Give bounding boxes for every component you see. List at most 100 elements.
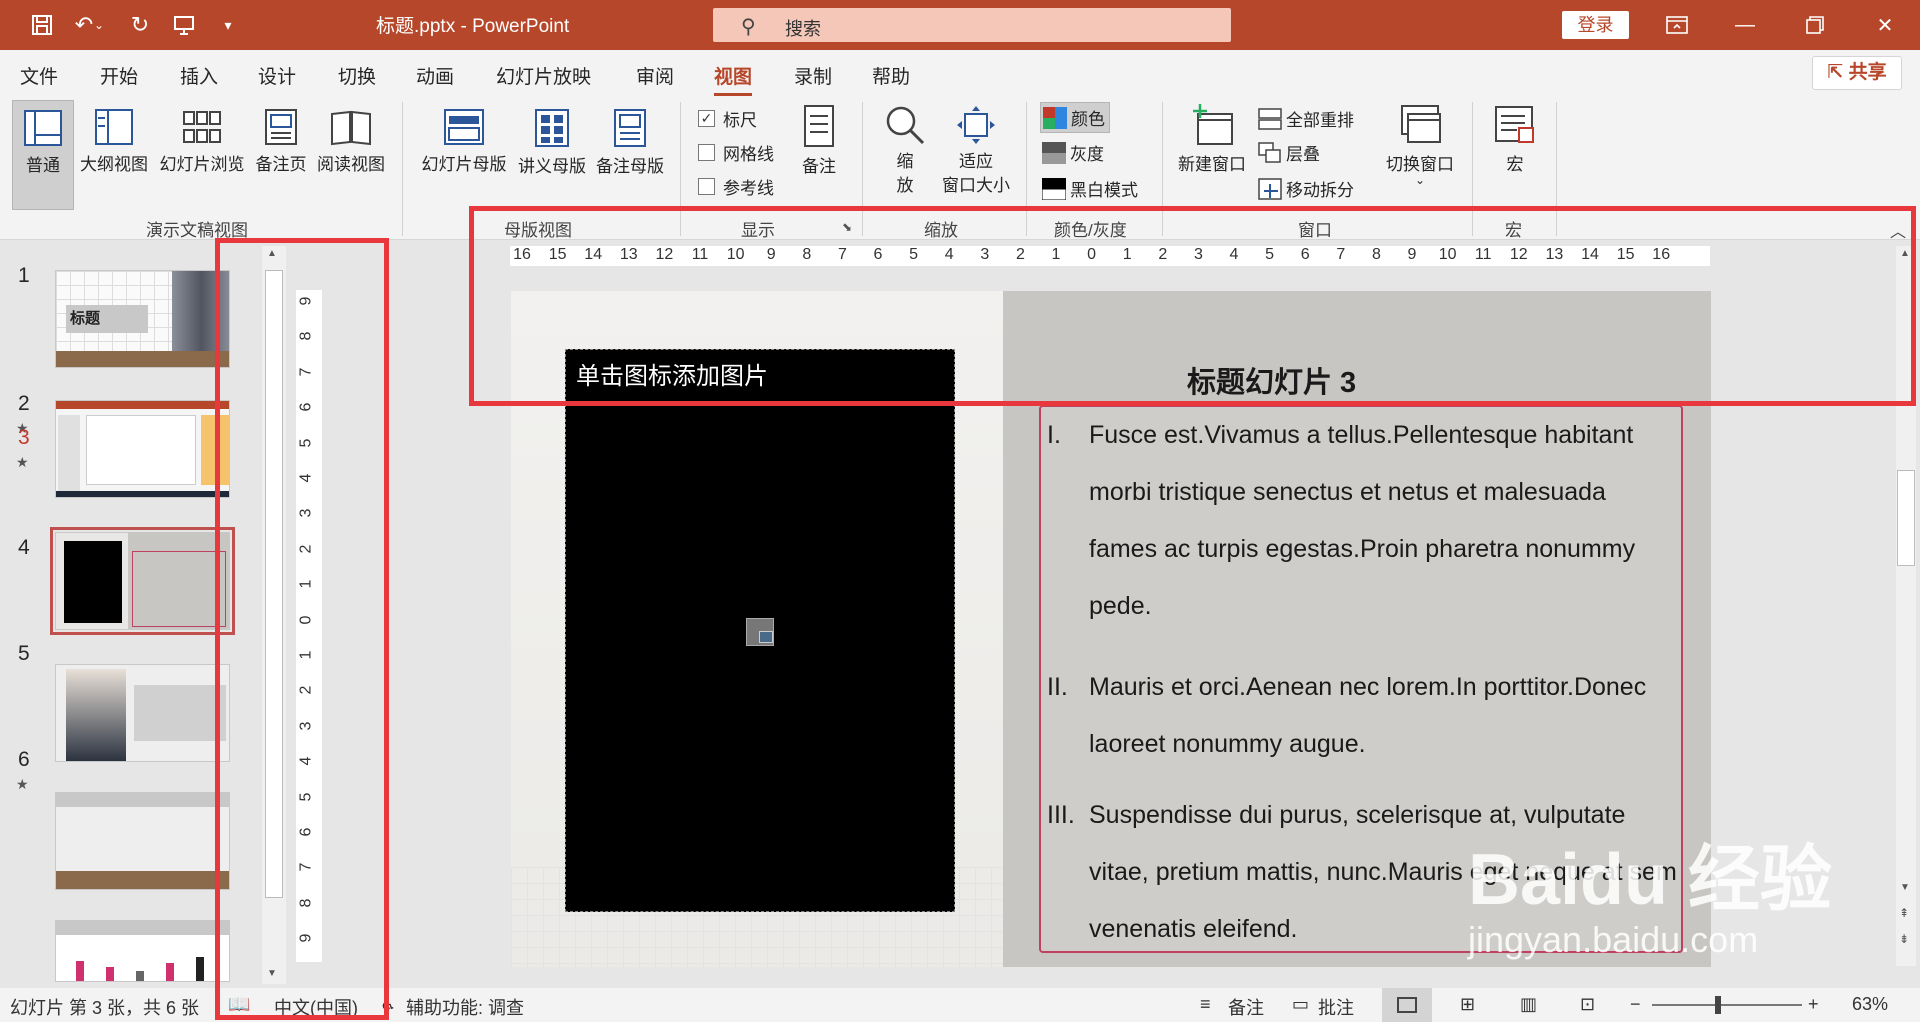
scrollbar-thumb[interactable] (1897, 470, 1915, 566)
accessibility-status[interactable]: 辅助功能: 调查 (406, 994, 524, 1020)
macros-button[interactable]: 宏 (1488, 104, 1542, 175)
tab-file[interactable]: 文件 (20, 62, 58, 89)
slide-master-icon (444, 109, 484, 145)
picture-placeholder[interactable]: 单击图标添加图片 (565, 349, 955, 912)
slide-thumbnail-1[interactable]: 标题 (55, 270, 230, 368)
slide-sorter-status-icon[interactable]: ⊞ (1460, 994, 1475, 1015)
checkmark-icon: ✓ (698, 110, 715, 127)
reading-view-button[interactable]: 阅读视图 (312, 108, 390, 175)
close-icon[interactable]: ✕ (1860, 8, 1910, 42)
zoom-in-icon[interactable]: + (1808, 994, 1819, 1015)
slide-thumbnail-6[interactable] (55, 920, 230, 982)
cascade-button[interactable]: 层叠 (1258, 140, 1320, 165)
slide-count: 幻灯片 第 3 张，共 6 张 (10, 998, 200, 1018)
zoom-percentage[interactable]: 63% (1852, 994, 1888, 1015)
share-button[interactable]: ⇱ 共享 (1812, 56, 1902, 90)
mini-sidebar (58, 415, 80, 491)
slide-number: 1 (18, 264, 30, 287)
tab-home[interactable]: 开始 (100, 62, 138, 89)
tab-help[interactable]: 帮助 (872, 62, 910, 89)
undo-dropdown-icon[interactable]: ⌄ (92, 9, 106, 41)
color-icon (1043, 106, 1067, 129)
customize-quick-access-icon[interactable]: ▾ (212, 9, 244, 41)
slideshow-status-icon[interactable]: ⊡ (1580, 994, 1595, 1015)
comments-toggle[interactable]: 批注 (1318, 994, 1354, 1020)
save-icon[interactable] (26, 9, 58, 41)
minimize-icon[interactable]: — (1720, 8, 1770, 42)
search-input[interactable]: ⚲ 搜索 (713, 8, 1231, 42)
fit-to-window-icon (957, 106, 995, 144)
outline-view-button[interactable]: 大纲视图 (76, 108, 152, 175)
guides-label: 参考线 (723, 179, 774, 198)
checkbox-box (698, 144, 715, 161)
notes-button[interactable]: 备注 (796, 104, 842, 177)
switch-windows-button[interactable]: 切换窗口 ⌄ (1380, 104, 1460, 186)
arrange-all-button[interactable]: 全部重排 (1258, 106, 1354, 131)
move-split-button[interactable]: 移动拆分 (1258, 176, 1354, 201)
new-window-button[interactable]: 新建窗口 (1174, 104, 1250, 175)
mini-person-photo (66, 669, 126, 761)
outline-view-label: 大纲视图 (80, 155, 148, 174)
notes-master-button[interactable]: 备注母版 (592, 108, 668, 177)
grayscale-button[interactable]: 灰度 (1042, 140, 1104, 165)
tab-insert[interactable]: 插入 (180, 62, 218, 89)
document-title: 标题.pptx - PowerPoint (376, 16, 570, 37)
slide-master-button[interactable]: 幻灯片母版 (416, 108, 512, 175)
zoom-label-1: 缩 (896, 152, 914, 171)
gridlines-checkbox[interactable]: 网格线 (698, 140, 774, 165)
switch-windows-label: 切换窗口 (1386, 155, 1454, 174)
login-button[interactable]: 登录 (1562, 11, 1629, 39)
notes-toggle[interactable]: 备注 (1228, 994, 1264, 1020)
next-slide-icon[interactable]: ⇟ (1899, 932, 1909, 946)
restore-icon[interactable] (1790, 8, 1840, 42)
tab-design[interactable]: 设计 (258, 62, 296, 89)
search-placeholder: 搜索 (785, 19, 821, 39)
tab-view[interactable]: 视图 (714, 62, 753, 96)
fit-to-window-button[interactable]: 适应 窗口大小 (936, 104, 1016, 198)
zoom-slider[interactable] (1652, 1004, 1802, 1006)
slide-sorter-button[interactable]: 幻灯片浏览 (156, 108, 248, 175)
ribbon-display-options-icon[interactable] (1652, 8, 1702, 42)
present-icon[interactable] (168, 9, 200, 41)
switch-windows-icon (1401, 105, 1441, 143)
mini-ribbon (56, 401, 229, 409)
color-button[interactable]: 颜色 (1040, 102, 1110, 133)
handout-master-button[interactable]: 讲义母版 (514, 108, 590, 177)
scroll-down-icon[interactable]: ▼ (1900, 882, 1910, 893)
normal-view-button[interactable]: 普通 (12, 100, 74, 210)
zoom-out-icon[interactable]: − (1630, 994, 1641, 1015)
previous-slide-icon[interactable]: ⇞ (1899, 906, 1909, 920)
zoom-icon (886, 106, 925, 145)
insert-picture-icon[interactable] (746, 618, 774, 646)
slide-thumbnail-4[interactable] (55, 664, 230, 762)
slide-thumbnail-panel: 1 标题 2 ★ 3 ★ 4 5 6 ★ (0, 240, 240, 982)
slide-thumbnail-5[interactable] (55, 792, 230, 890)
handout-master-icon (535, 109, 569, 147)
black-white-button[interactable]: 黑白模式 (1042, 176, 1138, 201)
zoom-slider-thumb[interactable] (1715, 996, 1721, 1014)
ruler-checkbox[interactable]: ✓ 标尺 (698, 106, 757, 131)
normal-view-status-button[interactable] (1382, 988, 1432, 1022)
tab-review[interactable]: 审阅 (636, 62, 674, 89)
notes-master-label: 备注母版 (596, 157, 664, 176)
handout-master-label: 讲义母版 (518, 157, 586, 176)
slide-thumbnail-2[interactable] (55, 400, 230, 498)
zoom-button[interactable]: 缩 放 (882, 104, 928, 198)
group-separator (402, 102, 403, 236)
tab-record[interactable]: 录制 (794, 62, 832, 89)
slide-number-active: 3 (18, 426, 30, 449)
redo-icon[interactable]: ↻ (124, 9, 156, 41)
tab-transitions[interactable]: 切换 (338, 62, 376, 89)
share-label: 共享 (1848, 62, 1887, 83)
arrange-all-icon (1258, 107, 1282, 130)
slide-number: 4 (18, 536, 30, 559)
guides-checkbox[interactable]: 参考线 (698, 174, 774, 199)
fit-label-2: 窗口大小 (942, 176, 1010, 195)
notes-page-button[interactable]: 备注页 (252, 108, 310, 175)
mini-taskbar (56, 491, 229, 497)
tab-animations[interactable]: 动画 (416, 62, 454, 89)
slide-thumbnail-3[interactable] (50, 527, 235, 635)
tab-slideshow[interactable]: 幻灯片放映 (496, 62, 591, 89)
reading-view-status-icon[interactable]: ▥ (1520, 994, 1537, 1015)
title-bar: ↶ ⌄ ↻ ▾ 标题.pptx - PowerPoint ⚲ 搜索 登录 — ✕ (0, 0, 1920, 50)
